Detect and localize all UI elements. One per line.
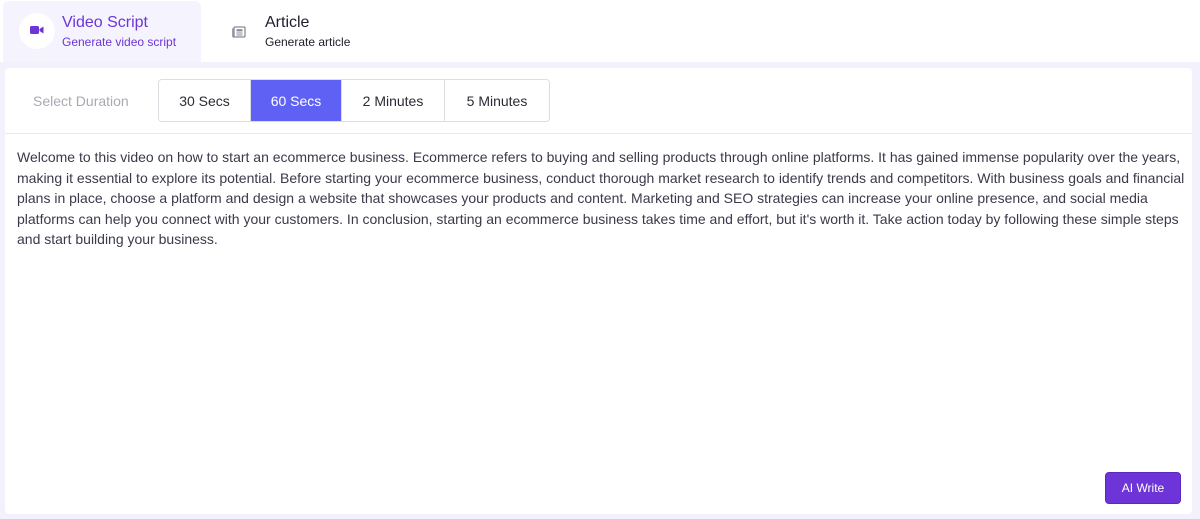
duration-selector-row: Select Duration 30 Secs 60 Secs 2 Minute… (5, 68, 1192, 134)
video-camera-icon (30, 22, 44, 40)
tab-video-subtitle: Generate video script (62, 35, 177, 49)
duration-option-2-minutes[interactable]: 2 Minutes (342, 80, 445, 121)
tab-article[interactable]: Article Generate article (220, 1, 420, 62)
ai-write-button[interactable]: AI Write (1105, 472, 1181, 504)
duration-option-60-secs[interactable]: 60 Secs (251, 80, 342, 121)
duration-option-30-secs[interactable]: 30 Secs (159, 80, 251, 121)
script-panel: Select Duration 30 Secs 60 Secs 2 Minute… (5, 68, 1192, 514)
generated-script-text[interactable]: Welcome to this video on how to start an… (17, 147, 1185, 250)
tab-article-title: Article (265, 14, 310, 31)
duration-label: Select Duration (33, 93, 129, 109)
tab-article-subtitle: Generate article (265, 35, 351, 49)
tab-video-script[interactable]: Video Script Generate video script (3, 1, 201, 62)
mode-tabs: Video Script Generate video script Artic… (0, 0, 1200, 62)
content-frame: Select Duration 30 Secs 60 Secs 2 Minute… (0, 62, 1200, 519)
duration-option-5-minutes[interactable]: 5 Minutes (445, 80, 549, 121)
video-icon-badge (19, 13, 55, 49)
tab-video-title: Video Script (62, 14, 148, 31)
duration-segmented-control: 30 Secs 60 Secs 2 Minutes 5 Minutes (158, 79, 550, 122)
newspaper-icon (231, 24, 247, 40)
